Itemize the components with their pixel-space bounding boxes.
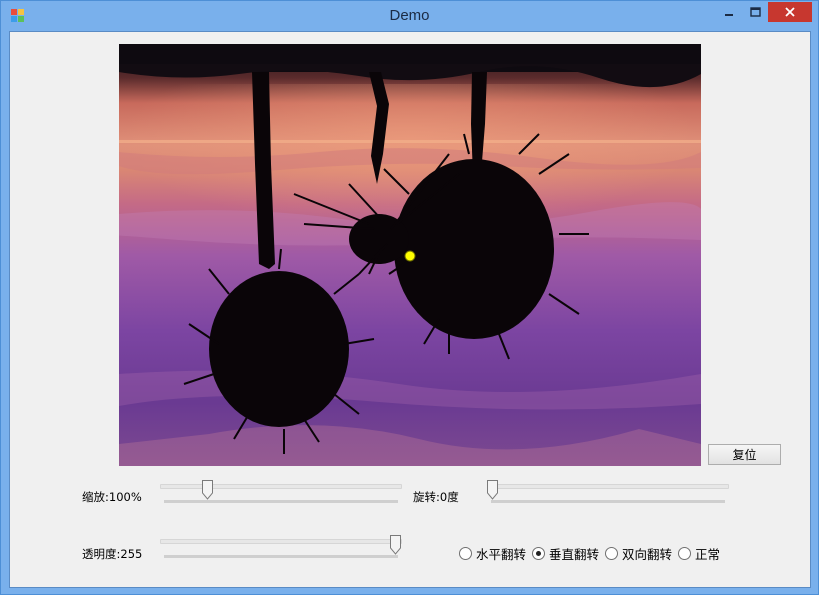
zoom-label: 缩放:100% [82,490,142,504]
app-window: Demo 复位 缩放:100% 旋转:0度 透明度:255 水平翻转 垂直翻转 … [0,0,819,595]
radio-circle[interactable] [678,547,692,560]
flipped-sunset-image [119,44,701,466]
rotate-slider-thumb[interactable] [487,480,498,500]
opacity-slider[interactable] [158,535,404,563]
rotate-slider[interactable] [485,480,731,508]
zoom-slider-thumb[interactable] [202,480,213,500]
title-bar[interactable]: Demo [1,1,818,31]
center-marker [404,250,416,262]
flip-mode-radio-group: 水平翻转 垂直翻转 双向翻转 正常 [459,544,726,563]
radio-horizontal-flip[interactable]: 水平翻转 [459,544,526,563]
radio-circle[interactable] [605,547,619,560]
rotate-label: 旋转:0度 [413,490,459,504]
radio-circle-checked[interactable] [532,547,546,560]
client-area: 复位 缩放:100% 旋转:0度 透明度:255 水平翻转 垂直翻转 双向翻转 … [9,31,811,588]
close-button[interactable] [768,2,812,22]
radio-label: 正常 [695,547,721,562]
radio-both-flip[interactable]: 双向翻转 [605,544,672,563]
maximize-icon [750,7,761,17]
radio-vertical-flip[interactable]: 垂直翻转 [532,544,599,563]
zoom-slider[interactable] [158,480,404,508]
maximize-button[interactable] [742,2,769,22]
radio-label: 水平翻转 [476,547,527,562]
radio-circle[interactable] [459,547,472,560]
radio-label: 双向翻转 [622,547,673,562]
opacity-slider-thumb[interactable] [390,535,401,555]
reset-button[interactable]: 复位 [708,444,781,465]
radio-label: 垂直翻转 [549,547,600,562]
minimize-icon [724,14,733,16]
window-title: Demo [389,7,430,24]
radio-normal[interactable]: 正常 [678,544,720,563]
close-icon [785,7,795,17]
image-preview[interactable] [119,44,701,466]
minimize-button[interactable] [715,2,742,22]
opacity-label: 透明度:255 [82,547,143,561]
